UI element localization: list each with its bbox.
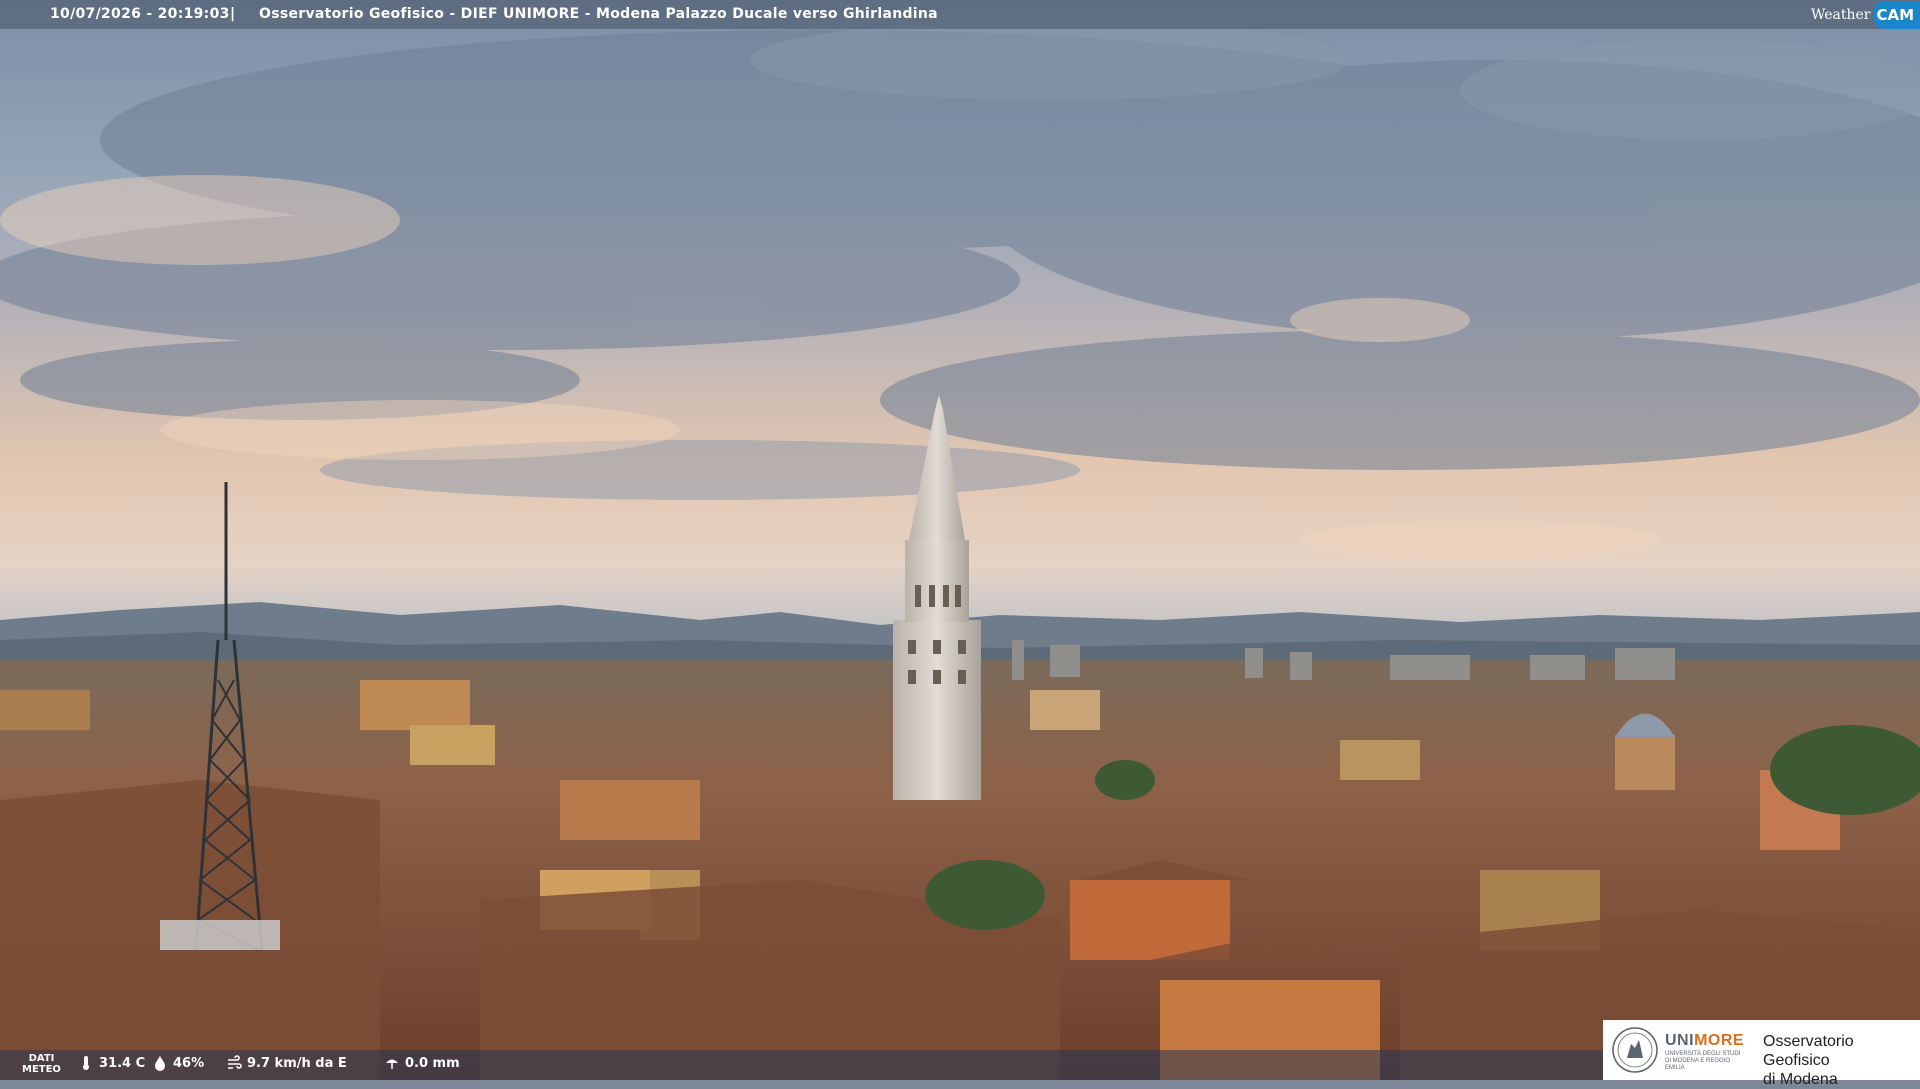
camera-caption: Osservatorio Geofisico - DIEF UNIMORE - … xyxy=(259,6,938,22)
weather-data-label: DATI METEO xyxy=(22,1053,61,1075)
webcam-photo xyxy=(0,0,1920,1080)
rain-reading: 0.0 mm xyxy=(384,1055,460,1071)
wind-icon xyxy=(228,1055,242,1069)
humidity-reading: 46% xyxy=(152,1055,204,1071)
rain-gauge-icon xyxy=(386,1059,398,1069)
wind-reading: 9.7 km/h da E xyxy=(226,1055,347,1071)
wind-value: 9.7 km/h da E xyxy=(247,1055,347,1071)
unimore-wordmark: UNIMORE xyxy=(1665,1032,1745,1049)
overlay-header: 10/07/2026 - 20:19:03 | Osservatorio Geo… xyxy=(0,0,1920,29)
thermometer-icon xyxy=(83,1056,89,1070)
humidity-drop-icon xyxy=(155,1056,165,1071)
observatory-name: Osservatorio Geofisico di Modena xyxy=(1763,1033,1854,1088)
university-name: UNIVERSITÀ DEGLI STUDI DI MODENA E REGGI… xyxy=(1665,1051,1741,1071)
rain-value: 0.0 mm xyxy=(405,1055,460,1071)
weathercam-logo: Weather CAM xyxy=(1811,0,1920,29)
temperature-value: 31.4 C xyxy=(99,1055,146,1071)
university-seal-icon xyxy=(1612,1027,1658,1073)
header-separator: | xyxy=(230,6,236,22)
weathercam-logo-weather: Weather xyxy=(1810,6,1871,23)
weather-data-bar: DATI METEO 31.4 C 46% 9.7 km/h da E 0.0 … xyxy=(0,1050,1605,1080)
humidity-value: 46% xyxy=(173,1055,205,1071)
timestamp: 10/07/2026 - 20:19:03 xyxy=(50,6,230,22)
unimore-logo: UNIMORE UNIVERSITÀ DEGLI STUDI DI MODENA… xyxy=(1603,1020,1920,1088)
temperature-reading: 31.4 C xyxy=(78,1055,145,1071)
weathercam-logo-cam: CAM xyxy=(1874,0,1920,29)
